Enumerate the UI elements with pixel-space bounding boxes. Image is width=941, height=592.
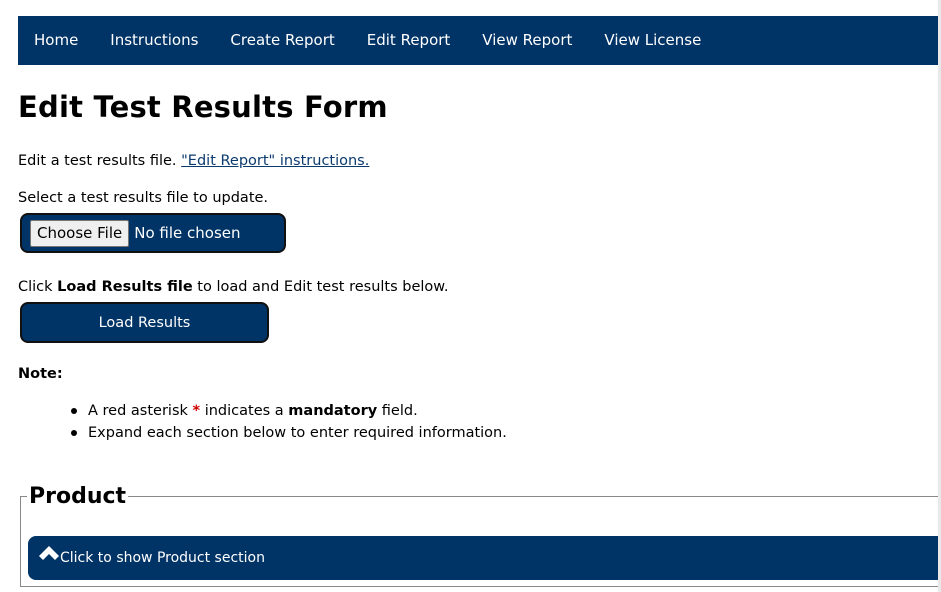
edit-report-instructions-link[interactable]: "Edit Report" instructions. — [181, 153, 369, 169]
nav-instructions[interactable]: Instructions — [94, 16, 214, 65]
load-prompt-prefix: Click — [18, 279, 58, 295]
page-title: Edit Test Results Form — [18, 90, 388, 124]
load-prompt-suffix: to load and Edit test results below. — [192, 279, 449, 295]
load-prompt-bold: Load Results file — [57, 279, 193, 295]
nav-create-report[interactable]: Create Report — [214, 16, 350, 65]
product-legend: Product — [29, 484, 127, 509]
note-item1-bold: mandatory — [288, 403, 378, 419]
nav-edit-report[interactable]: Edit Report — [351, 16, 467, 65]
note-item1-suffix: field. — [377, 403, 418, 419]
intro-prefix: Edit a test results file. — [18, 153, 182, 169]
nav-view-report[interactable]: View Report — [466, 16, 588, 65]
mandatory-asterisk: * — [192, 403, 201, 419]
page: Home Instructions Create Report Edit Rep… — [0, 0, 941, 592]
product-toggle-label: Click to show Product section — [60, 550, 265, 566]
nav-view-license[interactable]: View License — [588, 16, 717, 65]
list-item: Expand each section below to enter requi… — [71, 424, 507, 446]
choose-file-button[interactable]: Choose File — [30, 219, 130, 247]
nav-home[interactable]: Home — [18, 16, 94, 65]
chevron-up-icon — [39, 546, 59, 560]
note-label: Note: — [18, 366, 63, 382]
bullet-icon — [71, 430, 77, 436]
select-file-prompt: Select a test results file to update. — [18, 190, 269, 206]
product-section-toggle[interactable]: Click to show Product section — [28, 536, 941, 580]
list-item: A red asterisk * indicates a mandatory f… — [71, 402, 507, 424]
note-list: A red asterisk * indicates a mandatory f… — [71, 402, 507, 446]
file-input[interactable]: Choose File No file chosen — [20, 213, 286, 253]
note-item1-mid: indicates a — [200, 403, 289, 419]
file-status: No file chosen — [134, 224, 241, 242]
note-item2: Expand each section below to enter requi… — [88, 425, 507, 441]
top-nav: Home Instructions Create Report Edit Rep… — [18, 16, 941, 65]
intro-text: Edit a test results file. "Edit Report" … — [18, 153, 369, 169]
bullet-icon — [71, 408, 77, 414]
load-prompt: Click Load Results file to load and Edit… — [18, 279, 448, 295]
note-item1-prefix: A red asterisk — [88, 403, 193, 419]
load-results-button[interactable]: Load Results — [20, 302, 269, 343]
